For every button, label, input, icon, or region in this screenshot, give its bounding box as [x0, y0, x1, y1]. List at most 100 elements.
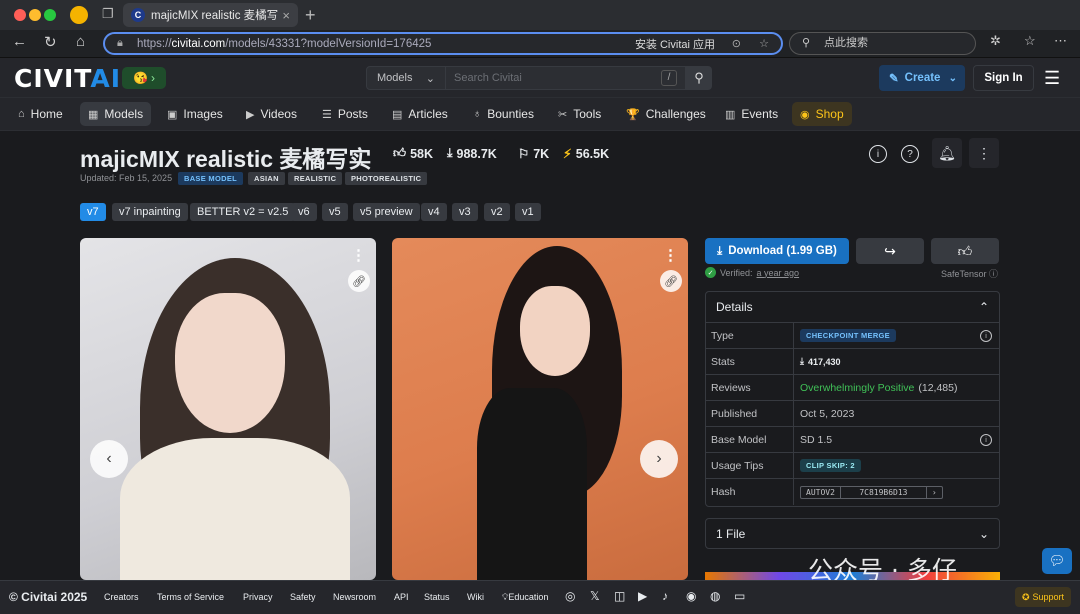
- profile-avatar[interactable]: [70, 6, 88, 24]
- details-header[interactable]: Details ⌃: [706, 292, 999, 323]
- youtube-icon[interactable]: ▶: [638, 589, 647, 603]
- support-button[interactable]: ✪ Support: [1015, 587, 1071, 607]
- help-icon[interactable]: ?: [901, 145, 919, 163]
- nav-item-models[interactable]: ▦ Models: [80, 102, 152, 126]
- more-icon[interactable]: ⋮: [351, 246, 366, 264]
- version-v6[interactable]: v6: [291, 203, 317, 221]
- x-twitter-icon[interactable]: 𝕏: [590, 589, 600, 603]
- download-button[interactable]: ⤓ Download (1.99 GB): [705, 238, 849, 264]
- footer-link-privacy[interactable]: Privacy: [243, 592, 273, 602]
- nav-item-images[interactable]: ▣ Images: [159, 102, 231, 126]
- hash-widget[interactable]: AUTOV2 7C819B6D13 ›: [800, 485, 943, 499]
- version-better-v2[interactable]: BETTER v2 = v2.5: [190, 203, 296, 221]
- chevron-down-icon[interactable]: ⌄: [949, 73, 957, 84]
- info-icon[interactable]: i: [980, 434, 992, 446]
- nav-item-bounties[interactable]: ♁ Bounties: [465, 102, 542, 126]
- footer-link-status[interactable]: Status: [424, 592, 450, 602]
- browser-tab-active[interactable]: C majicMIX realistic 麦橘写实 - v7 ×: [123, 3, 298, 27]
- footer-link-safety[interactable]: Safety: [290, 592, 316, 602]
- info-icon[interactable]: i: [869, 145, 887, 163]
- version-v7-inpainting[interactable]: v7 inpainting: [112, 203, 188, 221]
- share-button[interactable]: ↪: [856, 238, 924, 264]
- reviews-summary-link[interactable]: Overwhelmingly Positive: [800, 382, 914, 394]
- close-tab-icon[interactable]: ×: [282, 8, 290, 23]
- more-options-icon[interactable]: ⋮: [969, 138, 999, 168]
- carousel-prev-button[interactable]: ‹: [90, 440, 128, 478]
- emoji-badge-button[interactable]: 😘 ›: [122, 67, 166, 89]
- version-v5[interactable]: v5: [322, 203, 348, 221]
- nav-item-challenges[interactable]: 🏆 Challenges: [618, 102, 714, 126]
- discord-icon[interactable]: ◎: [565, 589, 575, 603]
- site-search-input[interactable]: Search Civitai /: [446, 66, 686, 90]
- version-v3[interactable]: v3: [452, 203, 478, 221]
- browser-search-box[interactable]: ⚲ 点此搜索: [789, 32, 976, 55]
- back-icon[interactable]: ←: [12, 33, 27, 50]
- minimize-window-button[interactable]: [29, 9, 41, 21]
- preview-image-2[interactable]: ⋮ 🔗︎ ›: [392, 238, 688, 580]
- footer-link-newsroom[interactable]: Newsroom: [333, 592, 376, 602]
- reload-icon[interactable]: ↻: [44, 33, 57, 51]
- tab-actions-icon[interactable]: ❐: [102, 6, 114, 22]
- feedback-icon[interactable]: ▭: [734, 589, 745, 603]
- maximize-window-button[interactable]: [44, 9, 56, 21]
- civitai-logo[interactable]: CIVITAI: [14, 64, 121, 93]
- info-icon[interactable]: i: [980, 330, 992, 342]
- preview-image-1[interactable]: ⋮ 🔗︎ ‹: [80, 238, 376, 580]
- favorites-icon[interactable]: ☆: [1024, 33, 1036, 49]
- browser-menu-icon[interactable]: ⋯: [1054, 33, 1067, 49]
- search-shortcut-key: /: [661, 70, 677, 86]
- sign-in-button[interactable]: Sign In: [973, 65, 1034, 91]
- verified-time-link[interactable]: a year ago: [757, 268, 800, 278]
- chevron-up-icon[interactable]: ⌃: [979, 300, 989, 314]
- github-icon[interactable]: ◍: [710, 589, 720, 603]
- nav-item-articles[interactable]: ▤ Articles: [384, 102, 456, 126]
- address-bar[interactable]: 🔒︎ https:// civitai.com /models/43331?mo…: [103, 32, 783, 55]
- notification-bell-icon[interactable]: 🔔︎: [932, 138, 962, 168]
- version-v4[interactable]: v4: [421, 203, 447, 221]
- home-icon[interactable]: ⌂: [76, 33, 85, 50]
- footer-link-api[interactable]: API: [394, 592, 409, 602]
- nav-item-videos[interactable]: ▶ Videos: [238, 102, 305, 126]
- reddit-icon[interactable]: ◉: [686, 589, 696, 603]
- extensions-icon[interactable]: ✲: [990, 33, 1001, 49]
- nav-item-tools[interactable]: ✂ Tools: [550, 102, 609, 126]
- version-v7[interactable]: v7: [80, 203, 106, 221]
- version-v2[interactable]: v2: [484, 203, 510, 221]
- create-button[interactable]: ✎ Create ⌄: [879, 65, 965, 91]
- info-icon[interactable]: ⓘ: [989, 269, 998, 279]
- hash-algorithm[interactable]: AUTOV2: [801, 486, 841, 498]
- tag-asian[interactable]: ASIAN: [248, 172, 285, 185]
- nav-item-events[interactable]: ▥ Events: [717, 102, 786, 126]
- chevron-right-icon[interactable]: ›: [927, 487, 942, 498]
- nav-item-home[interactable]: ⌂ Home: [10, 102, 71, 126]
- footer-link-creators[interactable]: Creators: [104, 592, 139, 602]
- version-v5-preview[interactable]: v5 preview: [353, 203, 420, 221]
- new-tab-icon[interactable]: +: [305, 5, 316, 26]
- tiktok-icon[interactable]: ♪: [662, 589, 668, 603]
- more-icon[interactable]: ⊙: [732, 37, 741, 50]
- install-app-button[interactable]: 安装 Civitai 应用: [635, 36, 715, 52]
- link-icon[interactable]: 🔗︎: [348, 270, 370, 292]
- footer-link-wiki[interactable]: Wiki: [467, 592, 484, 602]
- close-window-button[interactable]: [14, 9, 26, 21]
- like-button[interactable]: 👍︎: [931, 238, 999, 264]
- version-v1[interactable]: v1: [515, 203, 541, 221]
- tag-photorealistic[interactable]: PHOTOREALISTIC: [345, 172, 428, 185]
- link-icon[interactable]: 🔗︎: [660, 270, 682, 292]
- footer-link-terms[interactable]: Terms of Service: [157, 592, 224, 602]
- files-accordion[interactable]: 1 File ⌄: [705, 518, 1000, 549]
- nav-item-posts[interactable]: ☰ Posts: [314, 102, 376, 126]
- site-search-button[interactable]: ⚲: [686, 66, 712, 90]
- hash-value[interactable]: 7C819B6D13: [841, 486, 927, 498]
- instagram-icon[interactable]: ◫: [614, 589, 625, 603]
- footer-link-education[interactable]: 💡︎Education: [502, 592, 548, 603]
- favorite-star-icon[interactable]: ☆: [759, 37, 769, 50]
- chat-support-button[interactable]: 💬︎: [1042, 548, 1072, 574]
- carousel-next-button[interactable]: ›: [640, 440, 678, 478]
- tag-base-model[interactable]: BASE MODEL: [178, 172, 244, 185]
- more-icon[interactable]: ⋮: [663, 246, 678, 264]
- hamburger-menu-icon[interactable]: ☰: [1044, 68, 1060, 89]
- search-type-select[interactable]: Models ⌄: [366, 66, 446, 90]
- tag-realistic[interactable]: REALISTIC: [288, 172, 343, 185]
- nav-item-shop[interactable]: ◉ Shop: [792, 102, 852, 126]
